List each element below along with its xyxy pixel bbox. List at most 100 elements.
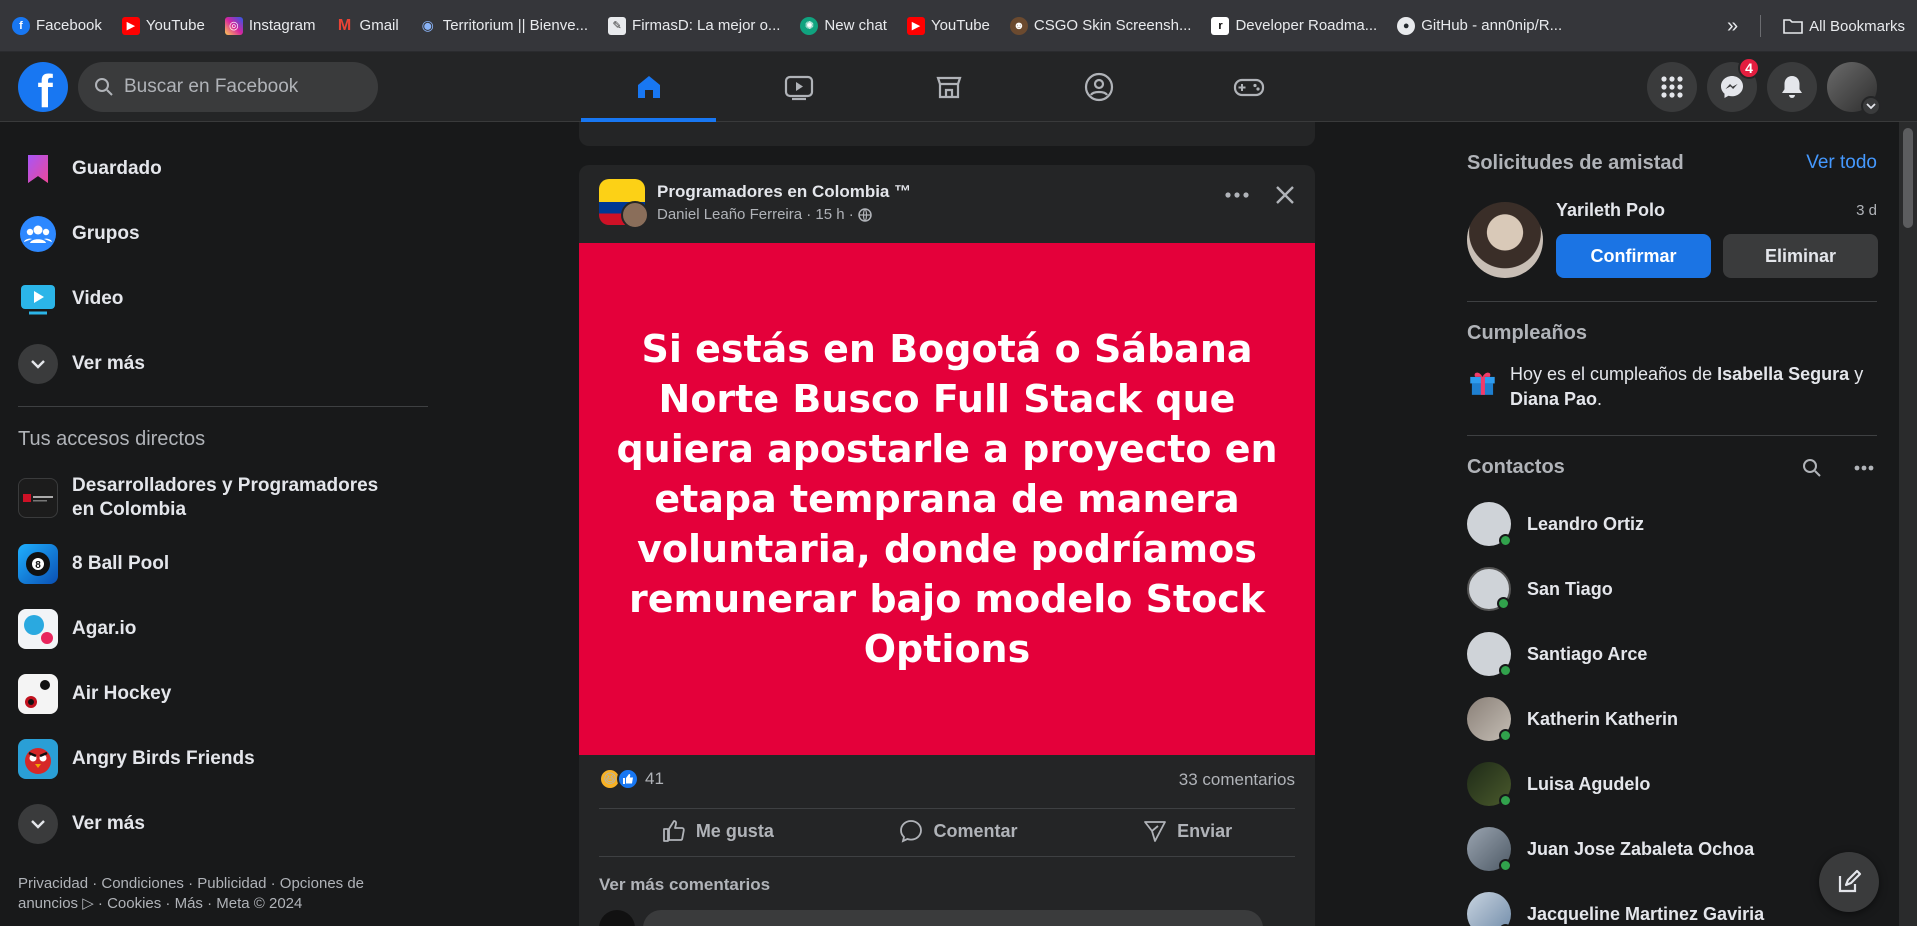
bookmark-github[interactable]: ● GitHub - ann0nip/R... [1397,16,1562,35]
contact-item[interactable]: Jacqueline Martinez Gaviria [1467,892,1764,926]
like-button[interactable]: Me gusta [662,819,774,843]
bookmark-youtube-2[interactable]: ▶ YouTube [906,16,990,35]
bookmark-firmasd[interactable]: ✎ FirmasD: La mejor o... [608,16,780,35]
shortcut-8-ball-pool[interactable]: 8 8 Ball Pool [18,544,169,584]
messenger-icon [1721,76,1743,98]
birthday-name-2[interactable]: Diana Pao [1510,389,1597,409]
github-icon: ● [1397,16,1416,35]
bookmark-youtube[interactable]: ▶ YouTube [121,16,205,35]
contact-item[interactable]: Santiago Arce [1467,632,1647,677]
all-bookmarks-button[interactable]: All Bookmarks [1783,17,1905,35]
shortcut-desarrolladores[interactable]: Desarrolladores y Programadores en Colom… [18,474,392,522]
globe-icon [858,207,872,222]
tab-home[interactable] [581,52,716,122]
contact-item[interactable]: Leandro Ortiz [1467,502,1644,547]
search-input[interactable] [124,76,354,98]
send-button[interactable]: Enviar [1143,819,1232,843]
scrollbar-thumb[interactable] [1903,128,1913,228]
sidebar-see-more[interactable]: Ver más [18,344,145,384]
pool-ball-icon: 8 [18,544,58,584]
sidebar-item-saved[interactable]: Guardado [18,149,162,189]
bookmark-facebook[interactable]: f Facebook [12,16,102,35]
contact-item[interactable]: Luisa Agudelo [1467,762,1650,807]
contact-item[interactable]: Katherin Katherin [1467,697,1678,742]
shortcut-agario[interactable]: Agar.io [18,609,136,649]
page-scrollbar[interactable] [1899,122,1917,926]
contact-avatar [1467,632,1512,677]
close-icon[interactable] [1275,185,1295,205]
right-divider-2 [1467,435,1877,436]
home-icon [637,76,660,98]
sidebar-item-groups[interactable]: Grupos [18,214,140,254]
search-icon[interactable] [1802,458,1822,478]
tab-gaming[interactable] [1181,52,1316,122]
contact-avatar [1467,697,1512,742]
angry-birds-icon [18,739,58,779]
more-options-icon[interactable] [1854,465,1874,471]
menu-button[interactable] [1647,62,1697,112]
contact-avatar [1467,762,1512,807]
comments-count[interactable]: 33 comentarios [1179,770,1295,790]
contact-item[interactable]: San Tiago [1467,567,1613,611]
tab-groups[interactable] [1031,52,1166,122]
confirm-button[interactable]: Confirmar [1556,234,1711,278]
shortcuts-see-more[interactable]: Ver más [18,804,145,844]
group-avatar-icon [18,478,58,518]
post-text-banner[interactable]: Si estás en Bogotá o Sábana Norte Busco … [579,243,1315,755]
commenter-avatar[interactable] [599,910,635,926]
comment-button[interactable]: Comentar [899,819,1017,843]
bookmark-instagram[interactable]: ◎ Instagram [224,16,316,35]
agario-icon [18,609,58,649]
contact-avatar [1467,567,1511,611]
messenger-button[interactable]: 4 [1707,57,1760,112]
comment-icon [900,820,923,843]
online-indicator [1499,664,1512,677]
shortcut-angry-birds[interactable]: Angry Birds Friends [18,739,255,779]
post-header-actions [1225,185,1295,205]
tab-marketplace[interactable] [881,52,1016,122]
reactions-summary[interactable]: 😆 41 [599,768,664,790]
bookmark-gmail[interactable]: M Gmail [336,17,399,35]
bookmark-new-chat[interactable]: ✺ New chat [800,16,887,35]
bookmark-territorium[interactable]: ◉ Territorium || Bienve... [419,17,588,35]
more-bookmarks-icon[interactable]: » [1727,15,1738,38]
post-meta: Daniel Leaño Ferreira · 15 h · [657,206,911,223]
group-avatar[interactable] [599,179,649,229]
view-more-comments[interactable]: Ver más comentarios [599,875,770,895]
contact-item[interactable]: Juan Jose Zabaleta Ochoa [1467,827,1754,872]
contact-avatar [1467,502,1512,547]
post-actions: Me gusta Comentar Enviar [599,809,1295,853]
birthday-name-1[interactable]: Isabella Segura [1717,364,1849,384]
more-options-icon[interactable] [1225,192,1249,198]
chatgpt-icon: ✺ [800,16,819,35]
left-sidebar: Guardado Grupos Video Ver más Tus acceso… [0,122,440,926]
tab-video[interactable] [731,52,866,122]
sidebar-item-video[interactable]: Video [18,279,123,319]
chevron-down-icon [18,344,58,384]
online-indicator [1499,859,1512,872]
request-avatar[interactable] [1467,202,1543,278]
marketplace-icon [935,76,962,99]
delete-button[interactable]: Eliminar [1723,234,1878,278]
notifications-button[interactable] [1767,62,1817,112]
profile-avatar[interactable] [1827,62,1881,116]
bookmark-csgo[interactable]: ☻ CSGO Skin Screensh... [1009,16,1191,35]
chevron-down-icon [18,804,58,844]
facebook-logo[interactable]: f [18,62,68,112]
shortcut-air-hockey[interactable]: Air Hockey [18,674,171,714]
post-banner-text: Si estás en Bogotá o Sábana Norte Busco … [616,327,1278,671]
post-group-name[interactable]: Programadores en Colombia ™ [657,182,911,202]
post-card: Programadores en Colombia ™ Daniel Leaño… [579,165,1315,926]
footer-links[interactable]: Privacidad · Condiciones · Publicidad · … [18,874,398,914]
request-name[interactable]: Yarileth Polo [1556,200,1665,221]
author-avatar[interactable] [621,201,649,229]
groups-icon [18,214,58,254]
firmasd-icon: ✎ [608,16,627,35]
search-box[interactable] [78,62,378,112]
birthday-row[interactable]: Hoy es el cumpleaños de Isabella Segura … [1467,362,1877,412]
see-all-link[interactable]: Ver todo [1806,152,1877,174]
bookmark-roadmap[interactable]: r Developer Roadma... [1211,16,1377,35]
post-author-time[interactable]: Daniel Leaño Ferreira · 15 h · [657,206,854,223]
new-message-button[interactable] [1819,852,1879,912]
right-sidebar: Solicitudes de amistad Ver todo Yarileth… [1467,122,1878,926]
